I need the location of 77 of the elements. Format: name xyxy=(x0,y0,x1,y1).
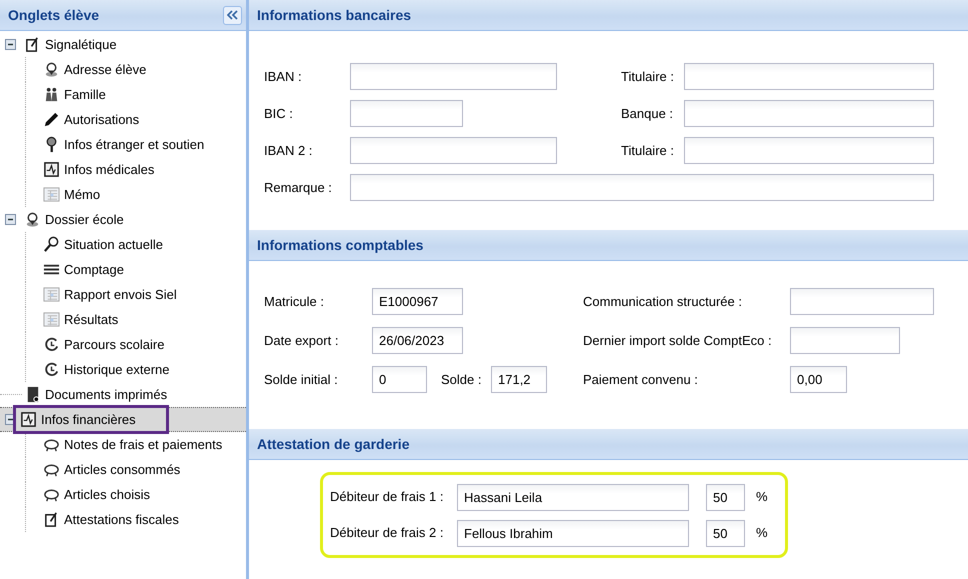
edit-icon xyxy=(24,36,41,53)
tree-item[interactable]: Autorisations xyxy=(41,108,142,132)
collapse-toggle-icon[interactable] xyxy=(5,214,16,225)
field-label: IBAN : xyxy=(264,68,303,86)
double-chevron-icon xyxy=(227,10,238,20)
tree-item[interactable]: Rapport envois Siel xyxy=(41,282,179,306)
pin-icon xyxy=(24,211,41,228)
percent-sign: % xyxy=(756,524,768,542)
name-field[interactable]: Hassani Leila xyxy=(457,484,689,510)
collapse-button[interactable] xyxy=(223,6,242,24)
text-field[interactable]: 0 xyxy=(372,366,427,393)
text-field[interactable] xyxy=(350,100,463,127)
text-field[interactable]: E1000967 xyxy=(372,288,463,315)
table-icon xyxy=(43,186,60,203)
field-label: Débiteur de frais 2 : xyxy=(330,524,444,542)
field-label: Débiteur de frais 1 : xyxy=(330,488,444,506)
table-icon xyxy=(43,311,60,328)
section-title: Informations comptables xyxy=(257,236,424,255)
field-label: IBAN 2 : xyxy=(264,142,314,160)
tree-item[interactable]: Comptage xyxy=(41,258,126,282)
tree-item[interactable]: Famille xyxy=(41,82,108,106)
field-label: Paiement convenu : xyxy=(583,370,699,389)
field-label: Titulaire : xyxy=(621,142,675,160)
tree-item[interactable]: Adresse élève xyxy=(41,58,148,82)
field-label: Communication structurée : xyxy=(583,292,743,311)
text-field[interactable]: 26/06/2023 xyxy=(372,327,463,354)
field-label: Solde : xyxy=(441,370,482,389)
field-label: Date export : xyxy=(264,332,340,350)
tree-item[interactable]: Mémo xyxy=(41,182,102,206)
text-field[interactable] xyxy=(684,63,934,90)
field-label: Titulaire : xyxy=(621,68,675,86)
tree-item[interactable]: Situation actuelle xyxy=(41,232,166,256)
name-field[interactable]: Fellous Ibrahim xyxy=(457,520,689,546)
text-field[interactable] xyxy=(790,288,934,315)
text-field[interactable] xyxy=(684,137,934,164)
tree-item[interactable]: Infos étranger et soutien xyxy=(41,132,206,156)
percent-field[interactable]: 50 xyxy=(706,484,745,510)
table-icon xyxy=(43,286,60,303)
tree-item[interactable]: Signalétique xyxy=(22,32,119,56)
tree-item[interactable]: Dossier école xyxy=(22,208,126,232)
tree-item[interactable]: Infos médicales xyxy=(41,158,156,182)
edit-icon xyxy=(43,511,60,528)
text-field[interactable] xyxy=(350,174,934,201)
percent-sign: % xyxy=(756,488,768,506)
text-field[interactable] xyxy=(684,100,934,127)
family-icon xyxy=(43,86,60,103)
percent-field[interactable]: 50 xyxy=(706,520,745,546)
field-label: Solde initial : xyxy=(264,370,339,389)
tree-item[interactable]: Documents imprimés xyxy=(22,382,170,406)
panel-title: Onglets élève xyxy=(8,6,100,25)
clock-icon xyxy=(43,336,60,353)
search-icon xyxy=(43,236,60,253)
text-field[interactable] xyxy=(350,137,557,164)
pen-icon xyxy=(43,111,60,128)
pin-icon xyxy=(43,61,60,78)
section-title: Informations bancaires xyxy=(257,6,412,24)
tree-item[interactable]: Articles choisis xyxy=(41,482,152,506)
text-field[interactable]: 171,2 xyxy=(491,366,547,393)
pulse-icon xyxy=(43,161,60,178)
tree-item[interactable]: Résultats xyxy=(41,308,120,332)
field-label: BIC : xyxy=(264,104,294,123)
field-label: Matricule : xyxy=(264,292,325,311)
clock-icon xyxy=(43,361,60,378)
text-field[interactable] xyxy=(350,63,557,90)
field-label: Banque : xyxy=(621,104,674,123)
collapse-toggle-icon[interactable] xyxy=(5,39,16,50)
text-field[interactable] xyxy=(790,327,900,354)
pulse-icon xyxy=(20,411,37,428)
tree-item[interactable]: Parcours scolaire xyxy=(41,332,166,356)
field-label: Remarque : xyxy=(264,178,333,197)
tree-item[interactable]: Historique externe xyxy=(41,358,172,382)
text-field[interactable]: 0,00 xyxy=(790,366,847,393)
section-title: Attestation de garderie xyxy=(257,434,410,454)
field-label: Dernier import solde ComptEco : xyxy=(583,332,773,350)
tree-item[interactable]: Attestations fiscales xyxy=(41,508,181,532)
tree-item[interactable]: Notes de frais et paiements xyxy=(41,432,224,456)
tree-item[interactable]: Articles consommés xyxy=(41,458,182,482)
